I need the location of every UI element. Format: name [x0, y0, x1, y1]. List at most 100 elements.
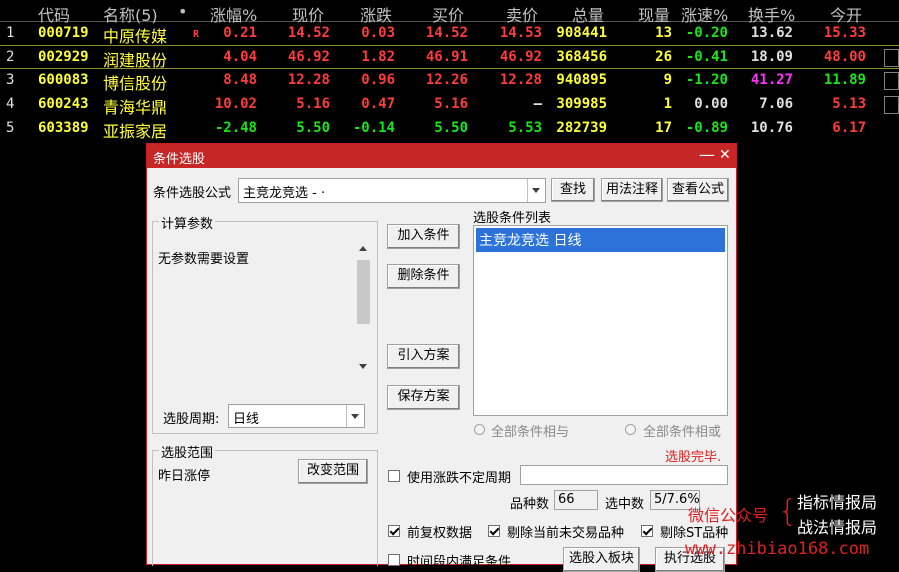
to-block-button[interactable]: 选股入板块	[563, 547, 640, 572]
current-volume: 17	[655, 120, 672, 136]
chevron-down-icon[interactable]	[346, 405, 364, 427]
current-volume: 26	[655, 49, 672, 65]
st-checkbox[interactable]	[641, 525, 653, 537]
scroll-down-icon[interactable]	[359, 364, 367, 369]
use-period-checkbox[interactable]	[388, 470, 400, 482]
turnover: 41.27	[750, 72, 793, 88]
watermark-line1: 指标情报局	[797, 493, 878, 512]
stock-code: 000719	[38, 25, 89, 41]
table-row[interactable]: 1 000719 中原传媒 R 0.21 14.52 0.03 14.52 14…	[0, 22, 899, 46]
count-label: 品种数	[510, 497, 550, 512]
speed: -0.41	[685, 49, 728, 65]
radio-and-label: 全部条件相与	[491, 425, 570, 440]
dialog-titlebar[interactable]: 条件选股 — ✕	[147, 144, 736, 168]
save-scheme-button[interactable]: 保存方案	[387, 385, 460, 410]
list-item[interactable]: 主竞龙竞选 日线	[476, 228, 725, 252]
find-button[interactable]: 查找	[551, 178, 595, 202]
stock-name: 亚振家居	[103, 122, 168, 141]
price: 5.16	[296, 96, 330, 112]
margin-flag: R	[193, 29, 200, 40]
current-volume: 9	[663, 72, 672, 88]
add-condition-button[interactable]: 加入条件	[387, 224, 460, 249]
radio-and[interactable]	[474, 424, 485, 435]
stock-name: 青海华鼎	[103, 98, 168, 117]
selected-label: 选中数	[605, 497, 645, 512]
radio-or-label: 全部条件相或	[643, 425, 722, 440]
current-volume: 13	[655, 25, 672, 41]
minimize-icon[interactable]: —	[699, 145, 715, 164]
table-row[interactable]: 2 002929 润建股份 4.04 46.92 1.82 46.91 46.9…	[0, 45, 899, 70]
turnover: 7.06	[759, 96, 793, 112]
untraded-checkbox[interactable]	[488, 525, 500, 537]
speed: 0.00	[694, 96, 728, 112]
stock-screener-dialog: 条件选股 — ✕ 条件选股公式 主竞龙竞选 - · 查找 用法注释 查看公式 计…	[146, 143, 737, 572]
table-row[interactable]: 3 600083 博信股份 8.48 12.28 0.96 12.26 12.2…	[0, 69, 899, 93]
stock-name: 润建股份	[103, 51, 168, 70]
range-group-title: 选股范围	[159, 442, 216, 461]
scroll-thumb[interactable]	[357, 260, 370, 324]
range-text: 昨日涨停	[158, 469, 211, 484]
condition-list[interactable]: 主竞龙竞选 日线	[473, 225, 728, 416]
turnover: 18.09	[750, 49, 793, 65]
volume: 940895	[556, 72, 607, 88]
scroll-up-icon[interactable]	[359, 246, 367, 251]
row-checkbox[interactable]	[884, 49, 899, 67]
ask: 12.28	[499, 72, 542, 88]
formula-label: 条件选股公式	[153, 186, 232, 201]
import-scheme-button[interactable]: 引入方案	[387, 344, 460, 369]
period-select[interactable]: 日线	[228, 404, 365, 428]
speed: -0.20	[685, 25, 728, 41]
condition-list-label: 选股条件列表	[473, 211, 552, 226]
view-formula-button[interactable]: 查看公式	[667, 178, 729, 202]
pct-change: 0.21	[223, 25, 257, 41]
row-index: 2	[6, 49, 15, 65]
watermark-url: www.zhibiao168.com	[685, 539, 870, 559]
chevron-down-icon[interactable]	[527, 179, 545, 202]
ask: 46.92	[499, 49, 542, 65]
turnover: 13.62	[750, 25, 793, 41]
price: 14.52	[287, 25, 330, 41]
volume: 908441	[556, 25, 607, 41]
params-text: 无参数需要设置	[158, 252, 250, 267]
change: 1.82	[361, 49, 395, 65]
status-text: 选股完毕.	[665, 450, 722, 465]
row-index: 1	[6, 25, 15, 41]
open: 5.13	[832, 96, 866, 112]
params-group-title: 计算参数	[159, 213, 216, 232]
open: 48.00	[823, 49, 866, 65]
change: 0.47	[361, 96, 395, 112]
stock-code: 002929	[38, 49, 89, 65]
period-input[interactable]	[520, 465, 728, 485]
change-range-button[interactable]: 改变范围	[298, 459, 368, 484]
col-dot: •	[178, 2, 188, 21]
stock-name: 中原传媒	[103, 27, 168, 46]
adjust-checkbox[interactable]	[388, 525, 400, 537]
bid: 12.26	[425, 72, 468, 88]
stock-code: 600243	[38, 96, 89, 112]
bid: 14.52	[425, 25, 468, 41]
table-header: 代码 名称(5) • 涨幅% 现价 涨跌 买价 卖价 总量 现量 涨速% 换手%…	[0, 0, 899, 25]
watermark-brace: {	[778, 494, 798, 529]
usage-button[interactable]: 用法注释	[601, 178, 663, 202]
formula-select[interactable]: 主竞龙竞选 - ·	[238, 178, 546, 203]
watermark-wechat: 微信公众号	[688, 506, 769, 525]
close-icon[interactable]: ✕	[719, 147, 731, 163]
current-volume: 1	[663, 96, 672, 112]
ask: 5.53	[508, 120, 542, 136]
period-condition-checkbox[interactable]	[388, 554, 400, 566]
change: 0.96	[361, 72, 395, 88]
pct-change: 4.04	[223, 49, 257, 65]
range-group: 选股范围 昨日涨停 改变范围	[152, 442, 378, 566]
delete-condition-button[interactable]: 删除条件	[387, 264, 460, 289]
table-row[interactable]: 4 600243 青海华鼎 10.02 5.16 0.47 5.16 — 309…	[0, 93, 899, 117]
radio-or[interactable]	[625, 424, 636, 435]
row-checkbox[interactable]	[884, 72, 899, 90]
params-scrollbar[interactable]	[355, 242, 372, 372]
price: 46.92	[287, 49, 330, 65]
price: 5.50	[296, 120, 330, 136]
row-checkbox[interactable]	[884, 96, 899, 114]
formula-value: 主竞龙竞选 - ·	[243, 186, 326, 201]
params-group: 计算参数 无参数需要设置 选股周期: 日线	[152, 213, 378, 434]
table-row[interactable]: 5 603389 亚振家居 -2.48 5.50 -0.14 5.50 5.53…	[0, 117, 899, 141]
change: 0.03	[361, 25, 395, 41]
